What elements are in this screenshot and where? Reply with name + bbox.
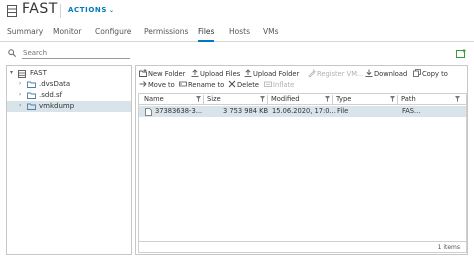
register-vm-button[interactable]: Register VM... [308, 69, 363, 78]
filter-icon[interactable] [390, 96, 395, 102]
column-header-path[interactable]: Path [401, 95, 416, 103]
tab-permissions[interactable]: Permissions [144, 27, 188, 36]
register-vm-icon [308, 69, 316, 77]
grid-footer: 1 items [139, 241, 466, 252]
upload-files-button[interactable]: Upload Files [191, 69, 240, 78]
upload-icon [244, 69, 252, 77]
tree-item-dvsdata[interactable]: › .dvsData [7, 79, 131, 90]
tree-item-label: FAST [30, 69, 47, 77]
search-icon [8, 49, 16, 57]
filter-icon[interactable] [196, 96, 201, 102]
register-vm-label: Register VM... [317, 70, 364, 78]
files-grid: Name Size Modified Type Path 37383638-3.… [138, 93, 467, 253]
tab-monitor[interactable]: Monitor [53, 27, 82, 36]
chevron-down-icon: ⌄ [109, 7, 115, 14]
tab-files[interactable]: Files [198, 27, 214, 36]
tab-vms[interactable]: VMs [263, 27, 279, 36]
file-icon [145, 107, 152, 116]
datastore-icon [18, 69, 26, 78]
download-icon [365, 69, 373, 77]
table-row[interactable]: 37383638-3... 3 753 984 KB 15.06.2020, 1… [139, 106, 466, 117]
search-row [0, 46, 132, 60]
chevron-right-icon[interactable]: › [19, 91, 21, 98]
chevron-right-icon[interactable]: › [19, 80, 21, 87]
cell-modified: 15.06.2020, 17:0... [272, 107, 336, 115]
chevron-down-icon[interactable]: ▾ [10, 69, 13, 76]
tab-summary[interactable]: Summary [7, 27, 43, 36]
download-button[interactable]: Download [365, 69, 407, 78]
search-input[interactable] [22, 47, 130, 59]
folder-icon [27, 92, 36, 99]
new-folder-label: New Folder [148, 70, 186, 78]
cell-size: 3 753 984 KB [223, 107, 269, 115]
column-header-name[interactable]: Name [144, 95, 164, 103]
arrow-right-icon [139, 81, 147, 87]
column-header-type[interactable]: Type [336, 95, 351, 103]
page-title: FAST [22, 1, 58, 17]
column-separator[interactable] [332, 95, 333, 104]
upload-icon [191, 69, 199, 77]
actions-label: ACTIONS [68, 6, 107, 14]
rename-to-label: Rename to [188, 81, 225, 89]
column-header-modified[interactable]: Modified [271, 95, 300, 103]
copy-to-button[interactable]: Copy to [413, 69, 448, 78]
folder-icon [27, 103, 36, 110]
cell-type: File [337, 107, 349, 115]
inflate-icon [264, 81, 272, 87]
delete-button[interactable]: Delete [228, 80, 259, 89]
upload-files-label: Upload Files [200, 70, 241, 78]
tree-item-label: .dvsData [39, 80, 71, 88]
rename-icon [179, 81, 187, 87]
datastore-icon [7, 5, 17, 17]
upload-folder-label: Upload Folder [253, 70, 300, 78]
active-tab-indicator [198, 40, 214, 42]
item-count: 1 items [437, 244, 460, 251]
move-to-button[interactable]: Move to [139, 80, 175, 89]
filter-icon[interactable] [260, 96, 265, 102]
rename-to-button[interactable]: Rename to [179, 80, 224, 89]
tree-item-root[interactable]: ▾ FAST [7, 68, 131, 79]
filter-icon[interactable] [325, 96, 330, 102]
cell-path: FAS... [402, 107, 421, 115]
inflate-label: Inflate [273, 81, 295, 89]
folder-icon [27, 81, 36, 88]
column-separator[interactable] [267, 95, 268, 104]
upload-folder-button[interactable]: Upload Folder [244, 69, 299, 78]
download-label: Download [374, 70, 408, 78]
filter-icon[interactable] [455, 96, 460, 102]
files-pane: New Folder Upload Files Upload Folder Re… [135, 65, 468, 255]
chevron-right-icon[interactable]: › [19, 102, 21, 109]
move-to-label: Move to [148, 81, 175, 89]
tab-hosts[interactable]: Hosts [229, 27, 250, 36]
tree-item-sddsf[interactable]: › .sdd.sf [7, 90, 131, 101]
copy-to-label: Copy to [422, 70, 448, 78]
new-datastore-folder-icon[interactable] [456, 49, 466, 58]
grid-header: Name Size Modified Type Path [139, 94, 466, 105]
close-icon [228, 80, 236, 88]
tree-item-label: vmkdump [39, 102, 75, 110]
cell-name: 37383638-3... [155, 107, 203, 115]
header-divider [60, 4, 61, 18]
header-bar: FAST ACTIONS ⌄ [0, 0, 474, 22]
tree-item-vmkdump[interactable]: › vmkdump [7, 101, 131, 112]
tree-item-label: .sdd.sf [39, 91, 63, 99]
column-separator[interactable] [203, 95, 204, 104]
new-folder-button[interactable]: New Folder [139, 69, 185, 78]
inflate-button[interactable]: Inflate [264, 80, 294, 89]
column-separator[interactable] [397, 95, 398, 104]
new-folder-icon [139, 69, 147, 77]
tab-bar: Summary Monitor Configure Permissions Fi… [0, 22, 474, 42]
tab-configure[interactable]: Configure [95, 27, 131, 36]
folder-tree: ▾ FAST › .dvsData › .sdd.sf › vmkdump [6, 65, 132, 255]
actions-menu-button[interactable]: ACTIONS ⌄ [68, 6, 115, 14]
delete-label: Delete [237, 81, 259, 89]
column-header-size[interactable]: Size [207, 95, 221, 103]
copy-icon [413, 69, 421, 77]
